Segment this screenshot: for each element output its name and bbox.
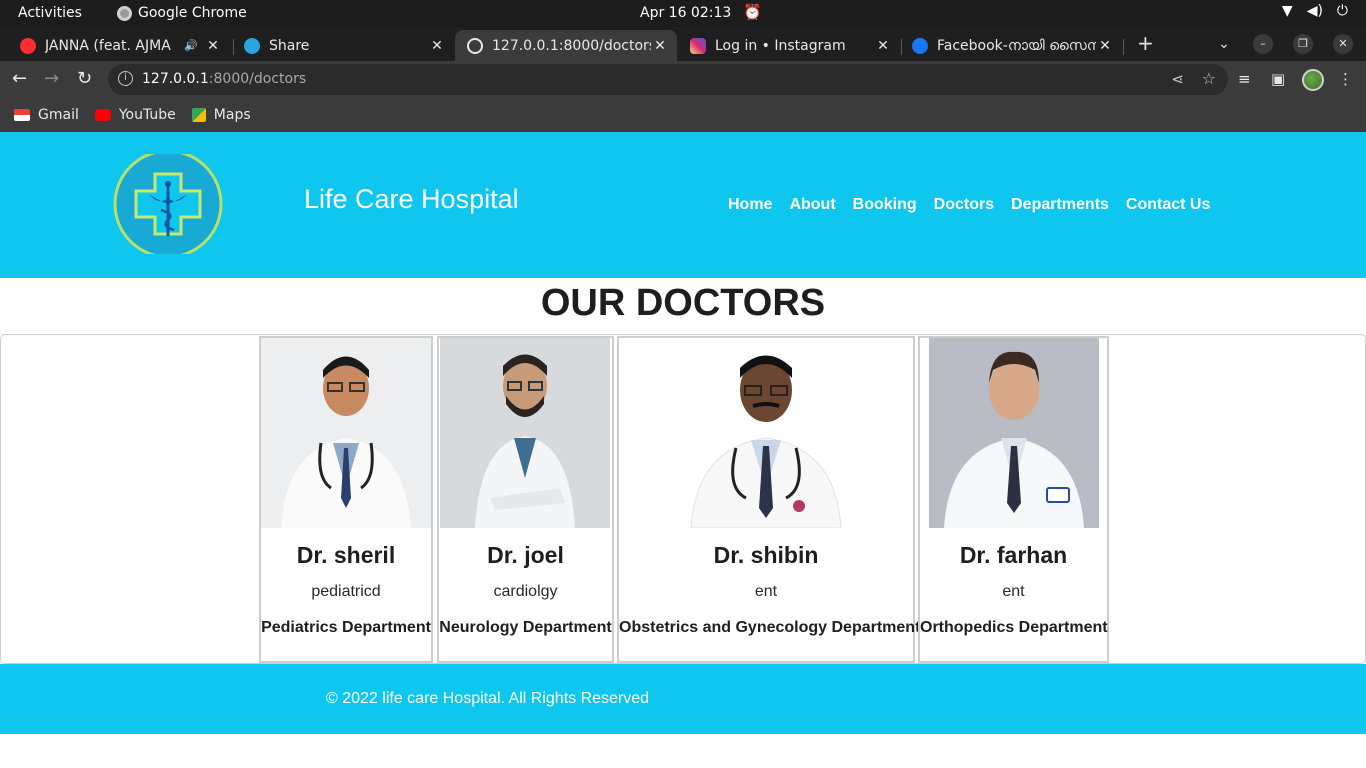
address-bar[interactable]: i 127.0.0.1:8000/doctors ⋖ ☆ (108, 64, 1228, 95)
bookmarks-bar: Gmail YouTube Maps (0, 98, 1366, 132)
nav-contact[interactable]: Contact Us (1126, 196, 1210, 214)
doctor-photo (681, 338, 851, 528)
share-icon[interactable]: ⋖ (1171, 70, 1184, 88)
tab-title: Log in • Instagram (715, 37, 846, 54)
doctor-name: Dr. joel (487, 542, 564, 568)
url-path: :8000/doctors (208, 71, 307, 87)
app-name: Google Chrome (138, 5, 247, 21)
bookmark-maps[interactable]: Maps (191, 107, 251, 123)
tab-facebook[interactable]: Facebook-നായി സൈനപ്പ് ✕ (900, 30, 1122, 61)
new-tab-icon[interactable]: + (1137, 31, 1154, 55)
site-footer: © 2022 life care Hospital. All Rights Re… (0, 664, 1366, 734)
doctors-container: Dr. sheril pediatricd Pediatrics Departm… (0, 334, 1366, 664)
doctor-photo (261, 338, 431, 528)
doctor-specialty: ent (754, 583, 778, 600)
bookmark-label: Gmail (38, 107, 79, 123)
gmail-icon (14, 109, 30, 121)
url-host: 127.0.0.1 (142, 71, 209, 87)
doctor-department: Obstetrics and Gynecology Department (619, 619, 921, 636)
restore-icon[interactable]: ❐ (1293, 34, 1313, 54)
bookmark-star-icon[interactable]: ☆ (1202, 69, 1216, 88)
nav-home[interactable]: Home (728, 196, 772, 214)
close-tab-icon[interactable]: ✕ (204, 38, 222, 54)
doctor-department: Orthopedics Department (920, 619, 1108, 636)
side-panel-icon[interactable]: ▣ (1271, 70, 1285, 88)
bookmark-gmail[interactable]: Gmail (14, 107, 79, 123)
activities-button[interactable]: Activities (18, 5, 82, 21)
bookmark-youtube[interactable]: YouTube (94, 107, 176, 123)
doctor-department: Neurology Department (439, 619, 612, 636)
system-tray[interactable]: ▼ ◀) ⏻ (1282, 3, 1348, 19)
power-icon: ⏻ (1336, 3, 1348, 19)
bookmark-label: YouTube (118, 107, 176, 123)
doctor-name: Dr. sheril (296, 542, 396, 568)
nav-booking[interactable]: Booking (853, 196, 917, 214)
browser-toolbar: ← → ↻ i 127.0.0.1:8000/doctors ⋖ ☆ ≡ ▣ ⋮ (0, 61, 1366, 98)
tab-doctors[interactable]: 127.0.0.1:8000/doctors ✕ (455, 30, 677, 61)
doctor-department: Pediatrics Department (261, 619, 431, 636)
tab-strip: JANNA (feat. AJMA 🔊 ✕ Share ✕ 127.0.0.1:… (0, 27, 1366, 61)
nav-departments[interactable]: Departments (1011, 196, 1109, 214)
telegram-icon (244, 37, 260, 54)
tab-search-icon[interactable]: ⌄ (1214, 34, 1234, 54)
globe-icon (467, 37, 483, 54)
main-nav: Home About Booking Doctors Departments C… (728, 196, 1210, 214)
nav-about[interactable]: About (789, 196, 835, 214)
close-tab-icon[interactable]: ✕ (651, 38, 669, 54)
close-tab-icon[interactable]: ✕ (1096, 38, 1114, 54)
menu-dots-icon[interactable]: ⋮ (1338, 70, 1353, 88)
forward-icon[interactable]: → (44, 68, 59, 89)
page-title: OUR DOCTORS (540, 282, 826, 324)
doctor-card[interactable]: Dr. farhan ent Orthopedics Department (918, 336, 1109, 663)
tab-title: JANNA (feat. AJMA (45, 37, 171, 54)
doctor-card[interactable]: Dr. shibin ent Obstetrics and Gynecology… (617, 336, 921, 663)
url-text[interactable]: 127.0.0.1:8000/doctors (142, 71, 306, 87)
back-icon[interactable]: ← (12, 68, 27, 89)
tab-title: Facebook-നായി സൈനപ്പ് (937, 37, 1096, 54)
site-title[interactable]: Life Care Hospital (304, 184, 519, 215)
doctor-card[interactable]: Dr. sheril pediatricd Pediatrics Departm… (259, 336, 433, 663)
site-info-icon[interactable]: i (118, 71, 133, 86)
nav-doctors[interactable]: Doctors (934, 196, 994, 214)
speaker-icon[interactable]: 🔊 (184, 39, 198, 52)
profile-avatar[interactable] (1302, 69, 1324, 91)
tab-title: 127.0.0.1:8000/doctors (492, 37, 651, 54)
doctor-name: Dr. farhan (959, 542, 1068, 568)
tab-share[interactable]: Share ✕ (232, 30, 454, 61)
hospital-logo[interactable] (113, 154, 223, 254)
doctor-specialty: ent (1002, 583, 1025, 600)
wifi-icon: ▼ (1281, 3, 1293, 19)
doctor-photo (440, 338, 610, 528)
bookmark-label: Maps (213, 107, 251, 123)
close-window-icon[interactable]: ✕ (1333, 34, 1353, 54)
doctor-card[interactable]: Dr. joel cardiolgy Neurology Department (437, 336, 614, 663)
doctor-photo (929, 338, 1099, 528)
site-header: Life Care Hospital Home About Booking Do… (0, 132, 1366, 278)
media-queue-icon[interactable]: ≡ (1238, 70, 1251, 88)
app-menu[interactable]: Google Chrome (117, 5, 247, 21)
doctor-specialty: pediatricd (311, 583, 381, 600)
copyright-text: © 2022 life care Hospital. All Rights Re… (326, 690, 650, 707)
tab-instagram[interactable]: Log in • Instagram ✕ (678, 30, 900, 61)
maps-icon (191, 108, 206, 122)
volume-icon: ◀) (1306, 3, 1323, 19)
chrome-icon (117, 5, 132, 21)
facebook-icon (912, 37, 928, 54)
close-tab-icon[interactable]: ✕ (428, 38, 446, 54)
os-top-bar: Activities Google Chrome Apr 16 02:13 ⏰ … (0, 0, 1366, 27)
tab-janna[interactable]: JANNA (feat. AJMA 🔊 ✕ (8, 30, 230, 61)
clock[interactable]: Apr 16 02:13 (640, 5, 731, 21)
youtube-music-icon (20, 37, 36, 54)
minimize-icon[interactable]: – (1253, 34, 1273, 54)
tab-title: Share (269, 37, 310, 54)
doctor-name: Dr. shibin (713, 542, 819, 568)
youtube-icon (94, 109, 111, 121)
tab-separator (1123, 39, 1124, 55)
close-tab-icon[interactable]: ✕ (874, 38, 892, 54)
doctor-specialty: cardiolgy (493, 583, 558, 600)
instagram-icon (690, 37, 706, 54)
reload-icon[interactable]: ↻ (77, 68, 92, 89)
alarm-icon: ⏰ (743, 3, 762, 21)
